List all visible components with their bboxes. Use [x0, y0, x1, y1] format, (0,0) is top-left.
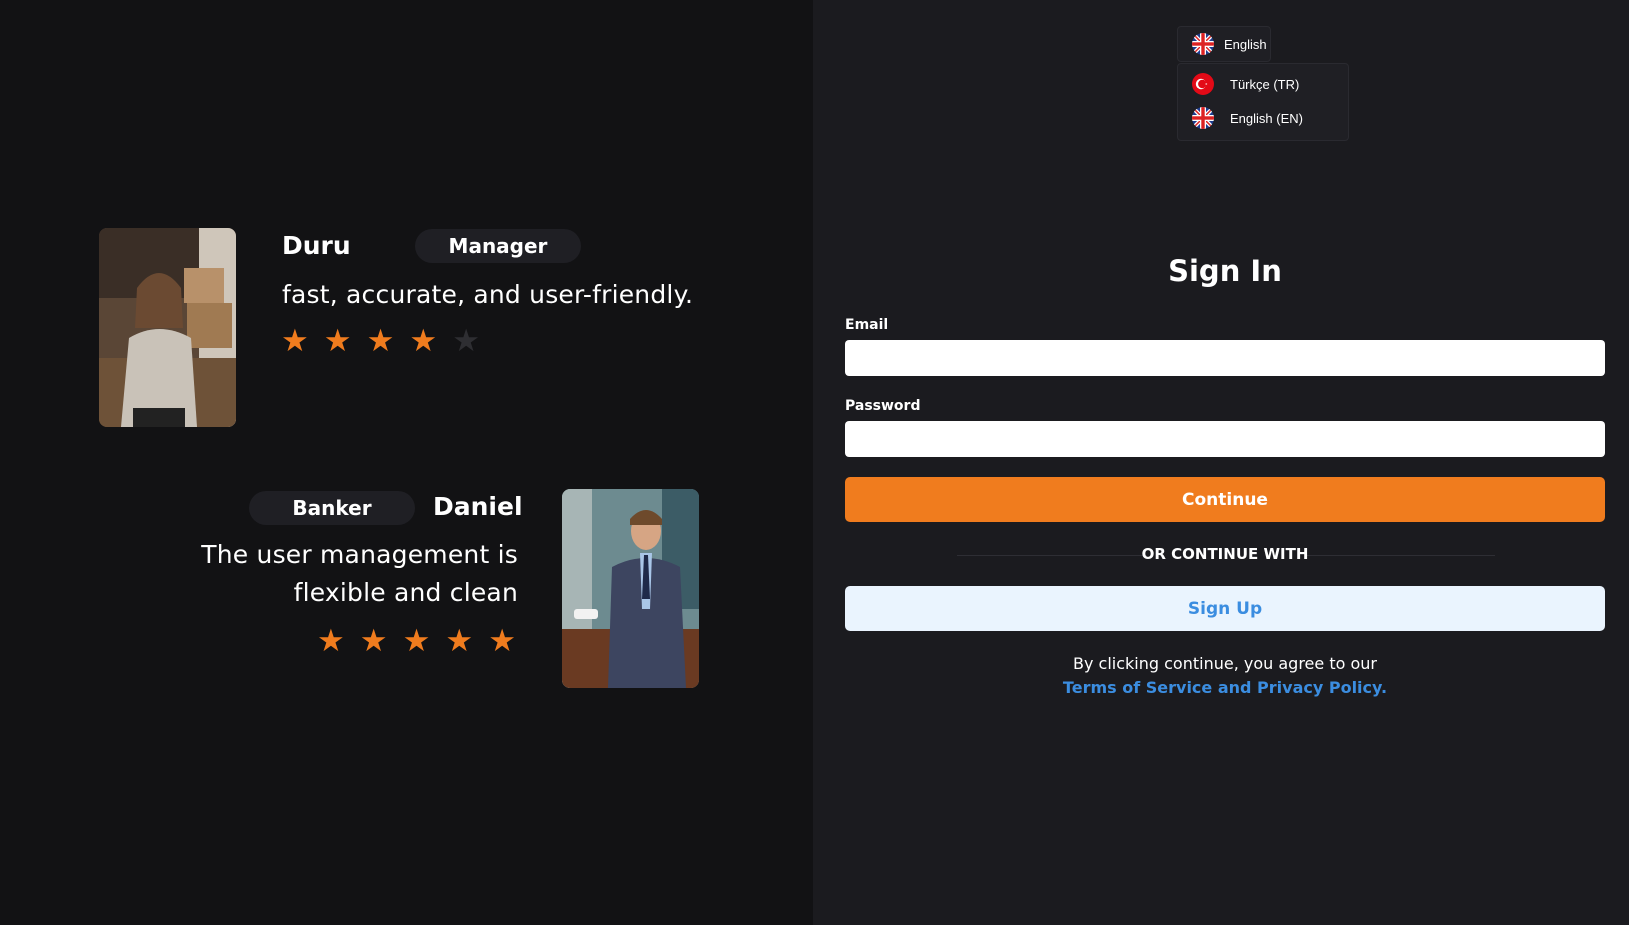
turkey-flag-icon [1192, 73, 1214, 95]
star-icon: ★ [317, 623, 345, 658]
duru-photo [99, 228, 236, 427]
continue-button[interactable]: Continue [845, 477, 1605, 522]
rating-stars: ★ ★ ★ ★ ★ [281, 323, 480, 359]
star-icon: ★ [323, 323, 352, 358]
daniel-photo [562, 489, 699, 688]
agree-text: By clicking continue, you agree to our [1073, 654, 1377, 673]
testimonial-name: Daniel [433, 492, 523, 521]
testimonial-quote-line: The user management is [201, 540, 518, 569]
language-option-tr[interactable]: Türkçe (TR) [1192, 73, 1299, 95]
language-option-label: Türkçe (TR) [1230, 76, 1300, 92]
star-icon: ★ [402, 623, 431, 658]
language-menu: Türkçe (TR) English (EN) [1177, 63, 1349, 141]
rating-stars: ★ ★ ★ ★ ★ [317, 623, 516, 659]
testimonial-quote: fast, accurate, and user-friendly. [282, 280, 694, 309]
star-icon: ★ [409, 323, 438, 358]
star-icon: ★ [359, 623, 388, 658]
password-label: Password [845, 398, 921, 414]
star-icon: ★ [488, 623, 516, 658]
language-selector-button[interactable]: English [1177, 26, 1271, 62]
language-option-label: English (EN) [1230, 110, 1303, 126]
testimonial-role-badge: Manager [415, 229, 581, 263]
current-language-label: English [1224, 36, 1267, 52]
testimonials-panel: Duru Manager fast, accurate, and user-fr… [0, 0, 813, 925]
testimonial-name: Duru [282, 231, 351, 260]
testimonial-quote: The user management is flexible and clea… [150, 536, 518, 612]
page-title: Sign In [1168, 254, 1282, 288]
email-field[interactable] [845, 340, 1605, 376]
language-option-en[interactable]: English (EN) [1192, 107, 1303, 129]
star-icon: ★ [366, 323, 395, 358]
password-field[interactable] [845, 421, 1605, 457]
terms-link[interactable]: Terms of Service and Privacy Policy. [1063, 678, 1387, 697]
uk-flag-icon [1192, 33, 1214, 55]
divider-text: OR CONTINUE WITH [1141, 545, 1309, 563]
terms-notice: By clicking continue, you agree to our T… [845, 652, 1605, 700]
sign-up-button[interactable]: Sign Up [845, 586, 1605, 631]
email-label: Email [845, 317, 889, 333]
uk-flag-icon [1192, 107, 1214, 129]
star-icon: ★ [281, 323, 309, 358]
star-icon: ★ [445, 623, 474, 658]
star-empty-icon: ★ [452, 323, 480, 358]
testimonial-role-badge: Banker [249, 491, 415, 525]
testimonial-quote-line: flexible and clean [293, 578, 518, 607]
